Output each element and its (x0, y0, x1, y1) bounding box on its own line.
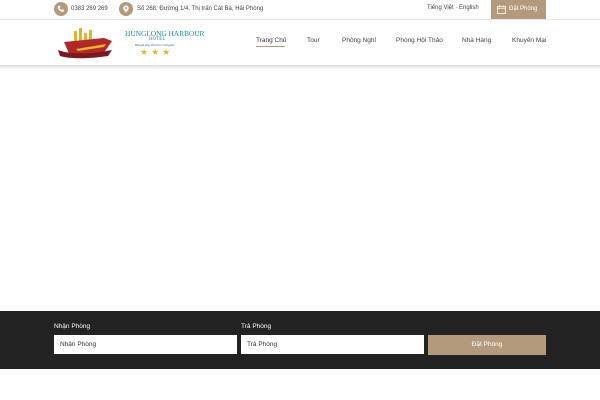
checkout-label: Trả Phòng (241, 323, 272, 330)
calendar-icon (497, 5, 506, 14)
lang-vietnamese-link[interactable]: Tiếng Việt (427, 5, 454, 11)
nav-item-tour[interactable]: Tour (307, 37, 320, 47)
phone-number[interactable]: 0383 269 269 (71, 5, 108, 13)
checkin-label: Nhận Phòng (54, 323, 91, 330)
logo-stars: ★★★ (140, 47, 174, 57)
nav-item-restaurant[interactable]: Nhà Hàng (462, 37, 491, 47)
checkout-date-input[interactable] (241, 335, 424, 354)
ship-logo-icon (58, 28, 112, 59)
main-header: HUNGLONG HARBOUR HOTEL HungLong Tourist … (0, 19, 600, 65)
checkin-date-input[interactable] (54, 335, 237, 354)
booking-bar: Nhận Phòng Trả Phòng Đặt Phòng (0, 311, 600, 369)
hero-banner (0, 69, 600, 310)
book-room-top-label: Đặt Phòng (509, 6, 538, 12)
phone-icon (54, 2, 68, 16)
book-room-top-button[interactable]: Đặt Phòng (491, 0, 546, 19)
footer-area (0, 369, 600, 400)
address-text: Số 268, Đường 1/4, Thị trấn Cát Bà, Hải … (137, 6, 264, 12)
nav-item-conference[interactable]: Phòng Hội Thảo (396, 37, 443, 47)
language-switcher: Tiếng Việt · English (427, 4, 479, 12)
map-pin-icon (119, 2, 133, 16)
nav-active-indicator (256, 46, 285, 47)
logo-brand-subtitle: HOTEL (149, 37, 166, 42)
lang-english-link[interactable]: English (459, 5, 479, 11)
nav-item-promotions[interactable]: Khuyến Mại (512, 37, 546, 47)
book-room-button[interactable]: Đặt Phòng (428, 335, 546, 355)
hotel-logo[interactable]: HUNGLONG HARBOUR HOTEL HungLong Tourist … (56, 28, 205, 62)
top-bar: 0383 269 269 Số 268, Đường 1/4, Thị trấn… (0, 0, 600, 19)
page: 0383 269 269 Số 268, Đường 1/4, Thị trấn… (0, 0, 600, 400)
nav-item-rooms[interactable]: Phòng Nghỉ (342, 37, 376, 47)
